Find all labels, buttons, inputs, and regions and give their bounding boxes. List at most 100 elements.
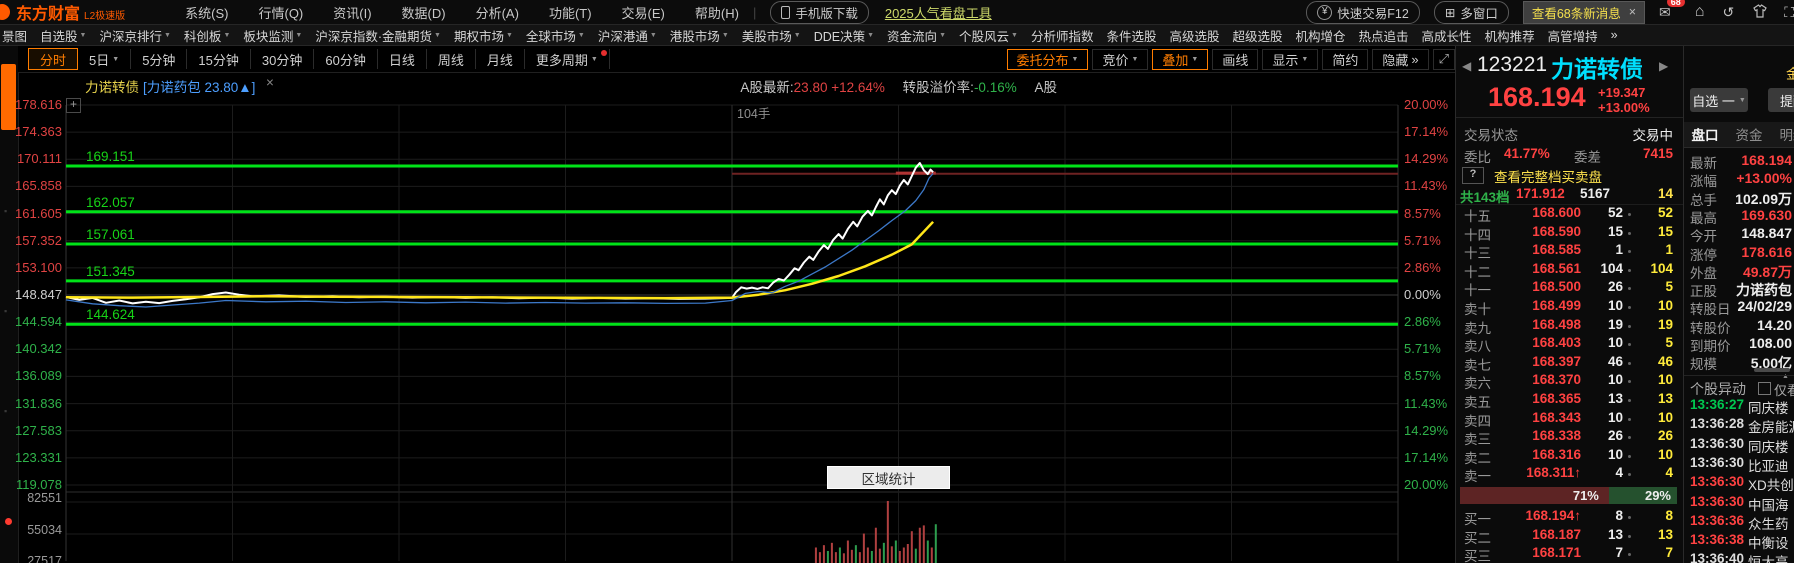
nav-item-4[interactable]: 板块监测 ▼	[243, 26, 302, 45]
period-tab-5[interactable]: 60分钟	[314, 49, 378, 69]
nav-item-16[interactable]: 高级选股	[1169, 26, 1219, 45]
tool-0[interactable]: 委托分布 ▼	[1006, 48, 1089, 70]
tool-1[interactable]: 竞价 ▼	[1092, 48, 1149, 70]
notice-toast[interactable]: 查看68条新消息 ×	[1522, 0, 1646, 24]
multi-window-button[interactable]: ⊞ 多窗口	[1433, 0, 1509, 24]
tool-3[interactable]: 画线	[1212, 48, 1259, 70]
yidong-row-8[interactable]: 13:36:40 恒大高	[1684, 551, 1794, 563]
yidong-row-2[interactable]: 13:36:30 同庆楼	[1684, 436, 1794, 455]
menu-item-2[interactable]: 资讯(I)	[333, 3, 371, 22]
menu-item-1[interactable]: 行情(Q)	[258, 3, 303, 22]
sell-row-7[interactable]: 卖八 168.403 10 5	[1456, 335, 1683, 354]
home-icon[interactable]: ⌂	[1695, 3, 1705, 21]
period-tab-1[interactable]: 5日 ▼	[78, 49, 132, 69]
sell-row-5[interactable]: 卖十 168.499 10 10	[1456, 298, 1683, 317]
nav-item-1[interactable]: 自选股 ▼	[40, 26, 86, 45]
menu-item-4[interactable]: 分析(A)	[476, 3, 519, 22]
overlay-close-icon[interactable]: ×	[266, 75, 274, 90]
nav-item-21[interactable]: 机构推荐	[1485, 26, 1535, 45]
tool-2[interactable]: 叠加 ▼	[1152, 48, 1209, 70]
skin-icon[interactable]	[1752, 3, 1768, 21]
next-stock-icon[interactable]: ▶	[1659, 59, 1668, 73]
nav-item-22[interactable]: 高管增持	[1548, 26, 1598, 45]
nav-item-8[interactable]: 沪深港通 ▼	[598, 26, 657, 45]
sell-row-13[interactable]: 卖二 168.316 10 10	[1456, 447, 1683, 466]
nav-item-20[interactable]: 高成长性	[1422, 26, 1472, 45]
menu-item-7[interactable]: 帮助(H)	[695, 3, 739, 22]
nav-item-17[interactable]: 超级选股	[1233, 26, 1283, 45]
tool-4[interactable]: 显示 ▼	[1262, 48, 1319, 70]
yidong-row-4[interactable]: 13:36:30 XD共创	[1684, 474, 1794, 493]
yidong-filter-checkbox[interactable]	[1758, 382, 1771, 395]
menu-item-5[interactable]: 功能(T)	[549, 3, 592, 22]
nav-item-14[interactable]: 分析师指数	[1031, 26, 1094, 45]
yidong-row-0[interactable]: 13:36:27 同庆楼	[1684, 397, 1794, 416]
sell-row-9[interactable]: 卖六 168.370 10 10	[1456, 372, 1683, 391]
menu-item-6[interactable]: 交易(E)	[622, 3, 665, 22]
quote-tab-2[interactable]: 明细	[1776, 122, 1794, 146]
period-tab-8[interactable]: 月线	[476, 49, 525, 69]
yidong-row-6[interactable]: 13:36:36 众生药	[1684, 513, 1794, 532]
region-stat-button[interactable]: 区域统计	[827, 466, 950, 489]
nav-item-10[interactable]: 美股市场 ▼	[742, 26, 801, 45]
nav-item-11[interactable]: DDE决策 ▼	[814, 26, 874, 45]
period-tab-9[interactable]: 更多周期 ▼	[525, 49, 610, 69]
buy-row-0[interactable]: 买一 168.194↑ 8 8	[1456, 508, 1683, 527]
prev-stock-icon[interactable]: ◀	[1462, 59, 1471, 73]
notice-close-icon[interactable]: ×	[1629, 5, 1636, 19]
nav-item-9[interactable]: 港股市场 ▼	[670, 26, 729, 45]
period-tab-2[interactable]: 5分钟	[131, 49, 188, 69]
yidong-row-3[interactable]: 13:36:30 比亚迪	[1684, 455, 1794, 474]
fullscreen-icon[interactable]: ⤢	[1432, 48, 1455, 70]
tool-5[interactable]: 简约	[1322, 48, 1369, 70]
period-tab-4[interactable]: 30分钟	[251, 49, 315, 69]
nav-item-2[interactable]: 沪深京排行 ▼	[99, 26, 170, 45]
nav-item-23[interactable]: »	[1611, 28, 1618, 42]
promo-link[interactable]: 2025人气看盘工具	[885, 3, 992, 22]
menu-item-3[interactable]: 数据(D)	[402, 3, 446, 22]
nav-item-7[interactable]: 全球市场 ▼	[526, 26, 585, 45]
sell-row-14[interactable]: 卖一 168.311↑ 4 4	[1456, 465, 1683, 484]
sell-row-8[interactable]: 卖七 168.397 46 46	[1456, 354, 1683, 373]
quick-trade-button[interactable]: ¥ 快速交易F12	[1306, 0, 1420, 24]
nav-item-5[interactable]: 沪深京指数·金融期货 ▼	[315, 26, 441, 45]
help-icon[interactable]: ?	[1462, 167, 1484, 184]
nav-item-12[interactable]: 资金流向 ▼	[887, 26, 946, 45]
period-tab-7[interactable]: 周线	[427, 49, 476, 69]
tool-6[interactable]: 隐藏»	[1372, 48, 1429, 70]
undo-icon[interactable]: ↺	[1722, 4, 1734, 21]
sell-row-10[interactable]: 卖五 168.365 13 13	[1456, 391, 1683, 410]
nav-item-0[interactable]: 景图	[2, 26, 27, 45]
mini-scrollbar[interactable]	[1754, 368, 1790, 372]
sell-row-4[interactable]: 十一 168.500 26 5	[1456, 279, 1683, 298]
mobile-download-button[interactable]: 手机版下载	[770, 0, 869, 24]
sell-row-6[interactable]: 卖九 168.498 19 19	[1456, 317, 1683, 336]
sell-row-2[interactable]: 十三 168.585 1 1	[1456, 242, 1683, 261]
buy-row-1[interactable]: 买二 168.187 13 13	[1456, 527, 1683, 546]
nav-item-19[interactable]: 热点追击	[1359, 26, 1409, 45]
remind-button[interactable]: 提醒	[1768, 88, 1794, 112]
yidong-row-7[interactable]: 13:36:38 中衡设	[1684, 532, 1794, 551]
buy-row-2[interactable]: 买三 168.171 7 7	[1456, 545, 1683, 563]
overlay-tag[interactable]: [力诺药包 23.80▲]	[143, 76, 255, 96]
quote-tab-1[interactable]: 资金	[1732, 122, 1766, 146]
period-tab-3[interactable]: 15分钟	[187, 49, 251, 69]
full-depth-link[interactable]: 查看完整档买卖盘	[1494, 166, 1602, 186]
nav-item-18[interactable]: 机构增仓	[1296, 26, 1346, 45]
sell-row-1[interactable]: 十四 168.590 15 15	[1456, 224, 1683, 243]
nav-item-3[interactable]: 科创板 ▼	[184, 26, 230, 45]
yidong-row-1[interactable]: 13:36:28金房能源	[1684, 416, 1794, 435]
crosshair-tool-icon[interactable]: +	[66, 98, 81, 113]
sell-row-11[interactable]: 卖四 168.343 10 10	[1456, 410, 1683, 429]
sell-row-12[interactable]: 卖三 168.338 26 26	[1456, 428, 1683, 447]
nav-item-15[interactable]: 条件选股	[1106, 26, 1156, 45]
intraday-chart[interactable]: + 104手 区域统计 178.616 174.363 170.111 165.858…	[0, 95, 1455, 563]
period-tab-0[interactable]: 分时	[28, 48, 79, 70]
watchlist-button[interactable]: 自选 一 ▼	[1690, 88, 1748, 112]
nav-item-13[interactable]: 个股风云 ▼	[959, 26, 1018, 45]
period-tab-6[interactable]: 日线	[378, 49, 427, 69]
sell-row-0[interactable]: 十五 168.600 52 52	[1456, 205, 1683, 224]
mail-icon[interactable]: ✉ 68	[1659, 0, 1685, 21]
sell-row-3[interactable]: 十二 168.561 104 104	[1456, 261, 1683, 280]
clipped-icon[interactable]: ⛶	[1784, 4, 1794, 21]
